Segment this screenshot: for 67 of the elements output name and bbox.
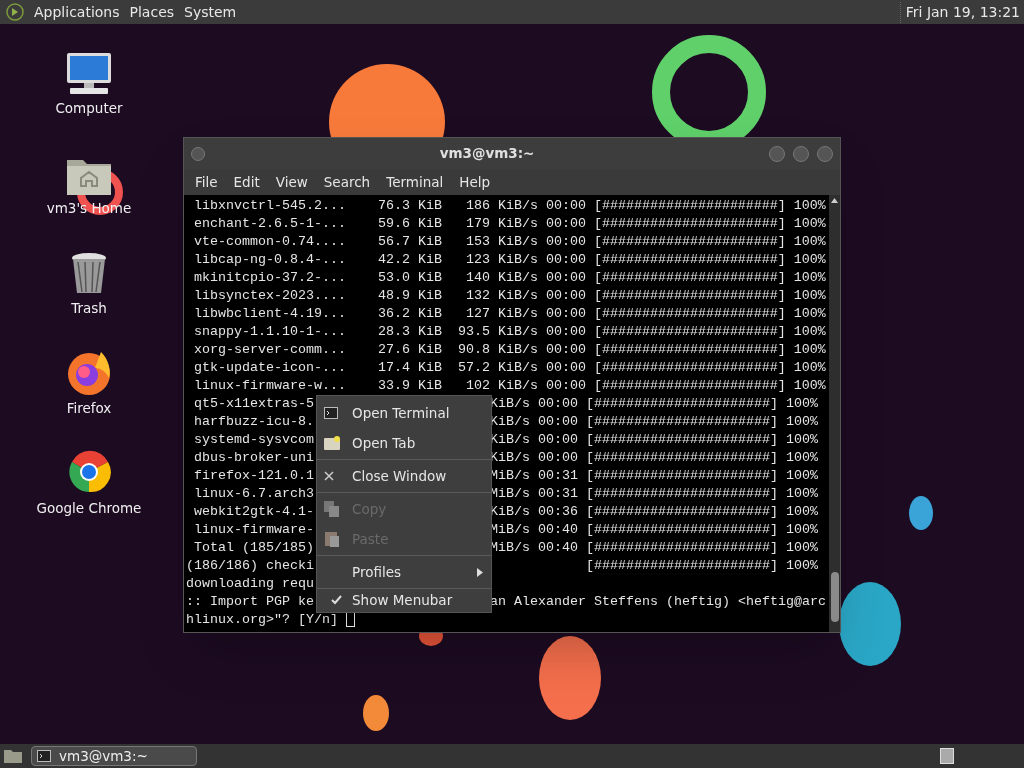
terminal-line: libxnvctrl-545.2... 76.3 KiB 186 KiB/s 00:00 [######################] 100% <box>193 198 826 213</box>
menu-item[interactable]: Open Tab <box>317 428 491 458</box>
terminal-line: enchant-2.6.5-1-... 59.6 KiB 179 KiB/s 00:00 [######################] 100% <box>193 216 826 231</box>
terminal-line: systemd-sysvcom <box>193 432 314 447</box>
scroll-up-icon <box>831 198 838 203</box>
terminal-line: qt5-x11extras-5 <box>193 396 314 411</box>
menu-bar-item[interactable]: View <box>267 171 316 193</box>
paste-icon <box>324 531 340 547</box>
terminal-line: Total (185/185) <box>193 540 314 555</box>
tab-icon <box>324 436 340 450</box>
close-button[interactable] <box>817 145 833 162</box>
terminal-line: webkit2gtk-4.1- <box>193 504 314 519</box>
minimize-button[interactable] <box>769 145 785 162</box>
menu-item[interactable]: Open Terminal <box>317 398 491 428</box>
workspace-switcher[interactable] <box>940 748 954 764</box>
menu-bar-item[interactable]: Search <box>315 171 379 193</box>
terminal-line: harfbuzz-icu-8. <box>193 414 314 429</box>
terminal-line: libsynctex-2023.... 48.9 KiB 132 KiB/s 00:00 [######################] 100% <box>193 288 826 303</box>
trash-icon <box>70 252 108 296</box>
terminal-line: linux-firmware- <box>193 522 314 537</box>
terminal-line: linux-6.7.arch3 <box>193 486 314 501</box>
terminal-line: libcap-ng-0.8.4-... 42.2 KiB 123 KiB/s 00:00 [######################] 100% <box>193 252 826 267</box>
scrollbar-thumb[interactable] <box>830 572 839 622</box>
menu-bar-item[interactable]: Edit <box>225 171 268 193</box>
panel-menu[interactable]: Places <box>125 1 179 23</box>
terminal-line: firefox-121.0.1 <box>193 468 314 483</box>
desktop-icon-label[interactable]: Google Chrome <box>36 498 142 519</box>
terminal-line: linux-firmware-w... 33.9 KiB 102 KiB/s 00:00 [######################] 100% <box>193 378 826 393</box>
panel-menu[interactable]: Applications <box>30 1 124 23</box>
panel-menu[interactable]: System <box>180 1 241 23</box>
terminal-line: vte-common-0.74.... 56.7 KiB 153 KiB/s 00:00 [######################] 100% <box>193 234 826 249</box>
terminal-line: (186/186) checki <box>186 558 314 573</box>
terminal-icon <box>37 750 51 762</box>
taskbar-button[interactable]: vm3@vm3:~ <box>31 746 197 766</box>
window-menu-button[interactable] <box>191 146 205 161</box>
terminal-line: mkinitcpio-37.2-... 53.0 KiB 140 KiB/s 00:00 [######################] 100% <box>193 270 826 285</box>
menu-item[interactable]: Profiles <box>317 557 491 587</box>
menu-bar-item[interactable]: File <box>187 171 226 193</box>
terminal-line: snappy-1.1.10-1-... 28.3 KiB 93.5 KiB/s 00:00 [######################] 100% <box>193 324 826 339</box>
copy-icon <box>324 501 340 517</box>
terminal-line: hlinux.org>"? [Y/n] <box>186 612 339 627</box>
menu-item[interactable]: Close Window <box>317 461 491 491</box>
menu-bar-item[interactable]: Help <box>451 171 499 193</box>
wallpaper-bubble <box>363 695 389 731</box>
show-desktop-icon <box>3 748 23 764</box>
menu-bar-item[interactable]: Terminal <box>378 171 452 193</box>
terminal-line: dbus-broker-uni <box>193 450 314 465</box>
desktop-icon-label[interactable]: Computer <box>55 98 123 119</box>
terminal-line: [######################] 100% <box>584 558 818 573</box>
terminal-line: downloading requ <box>186 576 314 591</box>
monitor-icon <box>64 52 114 96</box>
wallpaper-bubble <box>909 496 933 530</box>
submenu-arrow-icon <box>477 567 483 577</box>
terminal-line: libwbclient-4.19... 36.2 KiB 127 KiB/s 00:00 [######################] 100% <box>193 306 826 321</box>
terminal-line: xorg-server-comm... 27.6 KiB 90.8 KiB/s 00:00 [######################] 100% <box>193 342 826 357</box>
desktop-icon-label[interactable]: Firefox <box>66 398 112 419</box>
window-title: vm3@vm3:~ <box>438 144 536 164</box>
scrollbar[interactable] <box>829 195 840 632</box>
menu-item[interactable]: Show Menubar <box>317 590 491 610</box>
terminal-line: :: Import PGP ke <box>186 594 314 609</box>
maximize-button[interactable] <box>793 145 809 162</box>
logo-icon <box>6 3 24 21</box>
close-icon <box>324 471 334 481</box>
clock[interactable]: Fri Jan 19, 13:21 <box>899 1 1024 23</box>
terminal-line: gtk-update-icon-... 17.4 KiB 57.2 KiB/s 00:00 [######################] 100% <box>193 360 826 375</box>
desktop-icon-label[interactable]: Trash <box>71 298 107 319</box>
terminal-icon <box>324 407 338 419</box>
